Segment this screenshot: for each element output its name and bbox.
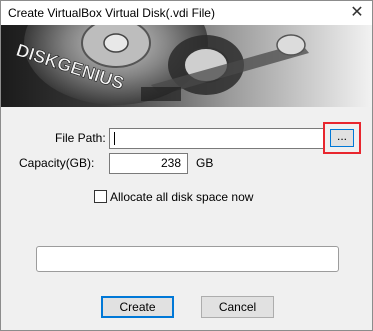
create-vdi-dialog: Create VirtualBox Virtual Disk(.vdi File… bbox=[0, 0, 373, 331]
browse-button[interactable]: ... bbox=[330, 129, 354, 147]
capacity-unit: GB bbox=[196, 156, 214, 170]
file-path-label: File Path: bbox=[55, 131, 106, 145]
capacity-label: Capacity(GB): bbox=[19, 156, 95, 170]
hard-disk-image: DISKGENIUS bbox=[13, 25, 309, 105]
cancel-button[interactable]: Cancel bbox=[201, 296, 274, 318]
create-button[interactable]: Create bbox=[101, 296, 174, 318]
window-title: Create VirtualBox Virtual Disk(.vdi File… bbox=[8, 6, 215, 20]
close-icon[interactable]: ✕ bbox=[342, 1, 372, 25]
allocate-checkbox[interactable] bbox=[94, 190, 107, 203]
browse-button-highlight: ... bbox=[323, 122, 361, 154]
file-path-input[interactable] bbox=[109, 128, 324, 149]
text-caret bbox=[114, 132, 115, 145]
allocate-label[interactable]: Allocate all disk space now bbox=[110, 190, 253, 204]
capacity-input[interactable]: 238 bbox=[109, 153, 188, 174]
title-bar: Create VirtualBox Virtual Disk(.vdi File… bbox=[1, 1, 372, 25]
hard-disk-banner: DISKGENIUS bbox=[1, 25, 372, 107]
progress-bar bbox=[36, 246, 339, 272]
